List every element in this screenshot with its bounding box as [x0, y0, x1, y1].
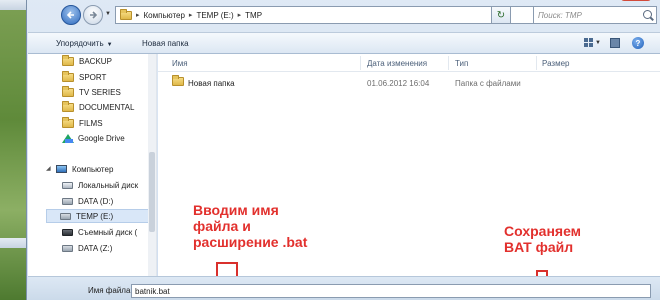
- navigation-pane: BACKUP SPORT TV SERIES DOCUMENTAL FILMS …: [28, 54, 157, 276]
- organize-label: Упорядочить: [56, 39, 104, 48]
- nav-folder-backup[interactable]: BACKUP: [62, 54, 112, 68]
- folder-icon: [62, 70, 74, 82]
- nav-folder-label: SPORT: [79, 72, 107, 82]
- nav-folder-label: Google Drive: [78, 133, 125, 143]
- folder-icon: [120, 8, 132, 20]
- history-dropdown-icon[interactable]: ▼: [105, 11, 111, 17]
- annotation-line: расширение .bat: [193, 234, 308, 250]
- column-separator[interactable]: [448, 56, 449, 70]
- nav-computer-label: Компьютер: [72, 164, 114, 174]
- forward-arrow-icon: [90, 11, 98, 19]
- folder-icon: [62, 54, 74, 66]
- nav-drive-label: Локальный диск: [78, 180, 139, 190]
- column-date[interactable]: Дата изменения: [367, 59, 427, 68]
- close-button[interactable]: [621, 0, 651, 1]
- nav-drive-label: Съемный диск (: [78, 227, 138, 237]
- refresh-button[interactable]: ↻: [491, 6, 511, 24]
- nav-folder-label: TV SERIES: [79, 87, 121, 97]
- nav-folder-label: FILMS: [79, 118, 103, 128]
- nav-drive-label: TEMP (E:): [76, 211, 114, 221]
- column-separator[interactable]: [536, 56, 537, 70]
- computer-icon: [56, 165, 67, 173]
- breadcrumb-separator-icon[interactable]: ▸: [136, 11, 140, 19]
- nav-folder-label: DOCUMENTAL: [79, 102, 135, 112]
- folder-icon: [62, 116, 74, 128]
- file-name: Новая папка: [188, 79, 235, 88]
- annotation-line: Сохраняем: [504, 223, 582, 239]
- hard-drive-icon: [60, 212, 71, 220]
- nav-drive-data-d[interactable]: DATA (D:): [62, 194, 113, 208]
- address-row: ▼ ▸ Компьютер ▸ TEMP (E:) ▸ TMP ▼ ↻ Поис…: [61, 3, 660, 27]
- nav-folder-tv-series[interactable]: TV SERIES: [62, 85, 121, 99]
- search-icon: [643, 10, 652, 19]
- nav-computer[interactable]: Компьютер: [56, 162, 113, 176]
- breadcrumb-computer[interactable]: Компьютер: [144, 11, 185, 20]
- forward-button[interactable]: [83, 5, 103, 25]
- column-name[interactable]: Имя: [172, 59, 188, 68]
- new-folder-button[interactable]: Новая папка: [142, 39, 189, 48]
- nav-scrollbar[interactable]: [148, 54, 156, 276]
- view-grid-icon: [584, 38, 593, 47]
- breadcrumb-separator-icon[interactable]: ▸: [189, 11, 193, 19]
- back-button[interactable]: [61, 5, 81, 25]
- nav-folder-label: BACKUP: [79, 56, 112, 66]
- column-size[interactable]: Размер: [542, 59, 570, 68]
- column-separator[interactable]: [360, 56, 361, 70]
- filename-row: Имя файла: batnik.bat: [28, 276, 660, 300]
- help-icon[interactable]: ?: [632, 37, 644, 49]
- nav-drive-local[interactable]: Локальный диск: [62, 178, 138, 192]
- hard-drive-icon: [62, 197, 73, 205]
- nav-drive-temp-e[interactable]: TEMP (E:): [46, 209, 154, 223]
- nav-drive-label: DATA (D:): [78, 196, 114, 206]
- save-dialog: ▼ ▸ Компьютер ▸ TEMP (E:) ▸ TMP ▼ ↻ Поис…: [26, 0, 660, 300]
- column-type[interactable]: Тип: [455, 59, 468, 68]
- breadcrumb-separator-icon[interactable]: ▸: [238, 11, 242, 19]
- nav-folder-films[interactable]: FILMS: [62, 116, 103, 130]
- file-list: Имя Дата изменения Тип Размер Новая папк…: [158, 54, 660, 278]
- arrow-down-icon: [216, 262, 238, 276]
- column-header-row: Имя Дата изменения Тип Размер: [158, 54, 660, 72]
- chevron-down-icon: ▼: [106, 42, 113, 48]
- nav-folder-sport[interactable]: SPORT: [62, 70, 106, 84]
- chevron-down-icon: ▼: [595, 39, 601, 46]
- breadcrumb-temp-drive[interactable]: TEMP (E:): [196, 11, 233, 20]
- folder-icon: [62, 100, 74, 112]
- file-type: Папка с файлами: [455, 79, 521, 88]
- breadcrumb-tmp[interactable]: TMP: [245, 11, 262, 20]
- nav-drive-removable[interactable]: Съемный диск (: [62, 225, 137, 239]
- toolbar: Упорядочить ▼ Новая папка ▼ ?: [28, 32, 660, 54]
- filename-input[interactable]: batnik.bat: [131, 284, 651, 298]
- back-arrow-icon: [66, 11, 74, 19]
- organize-button[interactable]: Упорядочить ▼: [56, 39, 113, 48]
- folder-icon-wrap: [172, 75, 184, 88]
- annotation-line: Вводим имя: [193, 202, 279, 218]
- preview-pane-button[interactable]: [610, 38, 620, 48]
- annotation-save-bat: Сохраняем BAT файл: [504, 223, 581, 255]
- search-input[interactable]: Поиск: TMP: [533, 6, 657, 24]
- google-drive-icon: [62, 133, 74, 143]
- local-disk-icon: [62, 181, 73, 189]
- filename-label: Имя файла:: [88, 286, 133, 295]
- nav-drive-data-z[interactable]: DATA (Z:): [62, 241, 112, 255]
- refresh-icon: ↻: [496, 9, 506, 21]
- file-date: 01.06.2012 16:04: [367, 79, 430, 88]
- folder-icon: [62, 85, 74, 97]
- nav-folder-documental[interactable]: DOCUMENTAL: [62, 100, 134, 114]
- change-view-button[interactable]: ▼: [584, 38, 601, 47]
- annotation-line: BAT файл: [504, 239, 574, 255]
- annotation-line: файла и: [193, 218, 251, 234]
- removable-disk-icon: [62, 228, 73, 236]
- scrollbar-thumb[interactable]: [149, 152, 155, 232]
- search-placeholder: Поиск: TMP: [538, 10, 582, 20]
- network-drive-icon: [62, 244, 73, 252]
- expand-arrow-icon[interactable]: ◢: [46, 165, 51, 172]
- table-row[interactable]: Новая папка 01.06.2012 16:04 Папка с фай…: [168, 75, 560, 92]
- annotation-enter-name: Вводим имя файла и расширение .bat: [193, 202, 307, 250]
- nav-drive-label: DATA (Z:): [78, 243, 113, 253]
- folder-icon: [172, 75, 184, 86]
- nav-google-drive[interactable]: Google Drive: [62, 131, 125, 145]
